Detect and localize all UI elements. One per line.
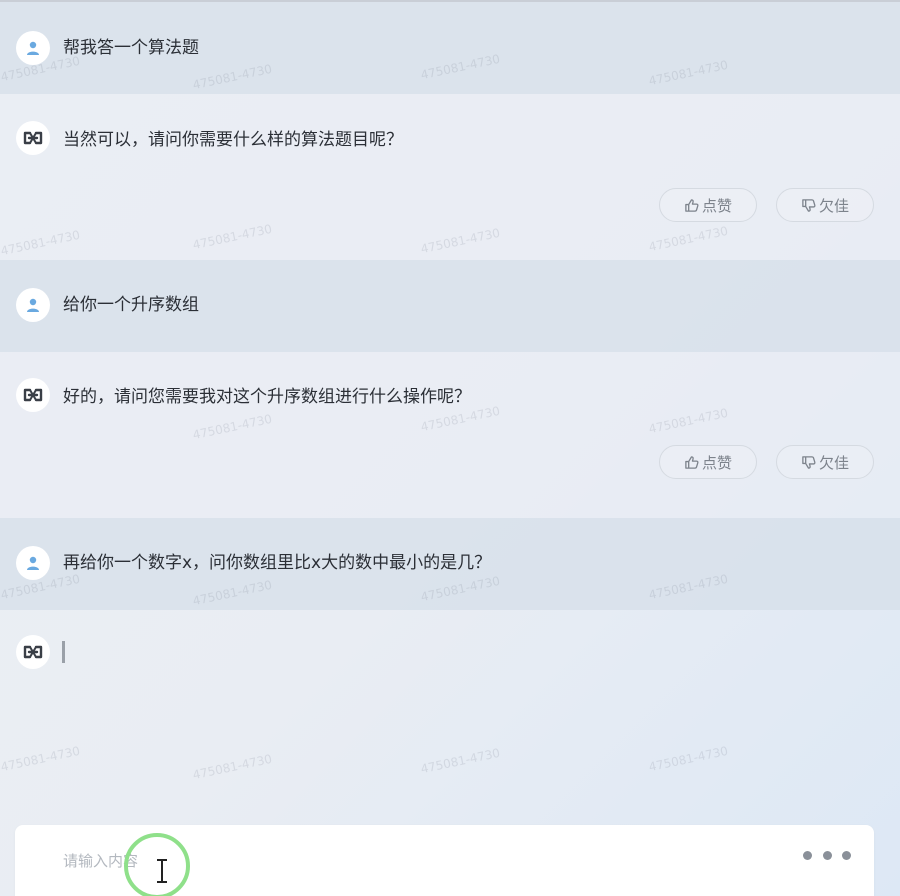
dislike-button[interactable]: 欠佳	[776, 188, 874, 222]
assistant-message-text: 当然可以，请问你需要什么样的算法题目呢？	[63, 130, 403, 150]
assistant-message: 好的，请问您需要我对这个升序数组进行什么操作呢？ 点赞 欠佳	[0, 352, 900, 518]
assistant-avatar	[16, 121, 50, 155]
more-dots-icon	[842, 850, 851, 860]
assistant-message-text: 好的，请问您需要我对这个升序数组进行什么操作呢？	[63, 387, 471, 407]
user-avatar	[16, 31, 50, 65]
assistant-avatar	[16, 635, 50, 669]
user-message: 再给你一个数字x，问你数组里比x大的数中最小的是几？	[0, 518, 900, 610]
assistant-message: 当然可以，请问你需要什么样的算法题目呢？ 点赞 欠佳	[0, 94, 900, 260]
thumbs-up-icon	[684, 198, 699, 213]
thumbs-down-icon	[801, 198, 816, 213]
user-message-text: 帮我答一个算法题	[63, 38, 199, 58]
like-button[interactable]: 点赞	[659, 188, 757, 222]
thumbs-up-icon	[684, 455, 699, 470]
more-options-button[interactable]	[803, 847, 851, 863]
chat-input-bar	[15, 825, 874, 896]
chat-history: 帮我答一个算法题 当然可以，请问你需要什么样的算法题目呢？ 点赞 欠佳 给你一个…	[0, 2, 900, 820]
like-label: 点赞	[701, 196, 732, 215]
user-icon	[27, 556, 39, 570]
user-icon	[27, 41, 39, 55]
user-message-text: 再给你一个数字x，问你数组里比x大的数中最小的是几？	[63, 553, 492, 573]
like-button[interactable]: 点赞	[659, 445, 757, 479]
like-label: 点赞	[701, 453, 732, 472]
assistant-message-generating	[0, 610, 900, 820]
dislike-label: 欠佳	[818, 453, 849, 472]
user-message: 给你一个升序数组	[0, 260, 900, 352]
assistant-logo-icon	[23, 131, 43, 145]
typing-caret	[62, 641, 65, 663]
dislike-label: 欠佳	[818, 196, 849, 215]
user-icon	[27, 298, 39, 312]
user-message-text: 给你一个升序数组	[63, 295, 199, 315]
user-avatar	[16, 546, 50, 580]
more-dots-icon	[803, 850, 812, 860]
more-dots-icon	[822, 850, 832, 860]
user-avatar	[16, 288, 50, 322]
dislike-button[interactable]: 欠佳	[776, 445, 874, 479]
user-message: 帮我答一个算法题	[0, 2, 900, 94]
assistant-logo-icon	[23, 645, 43, 659]
assistant-avatar	[16, 378, 50, 412]
assistant-logo-icon	[23, 388, 43, 402]
thumbs-down-icon	[801, 455, 816, 470]
chat-input[interactable]	[63, 852, 763, 870]
